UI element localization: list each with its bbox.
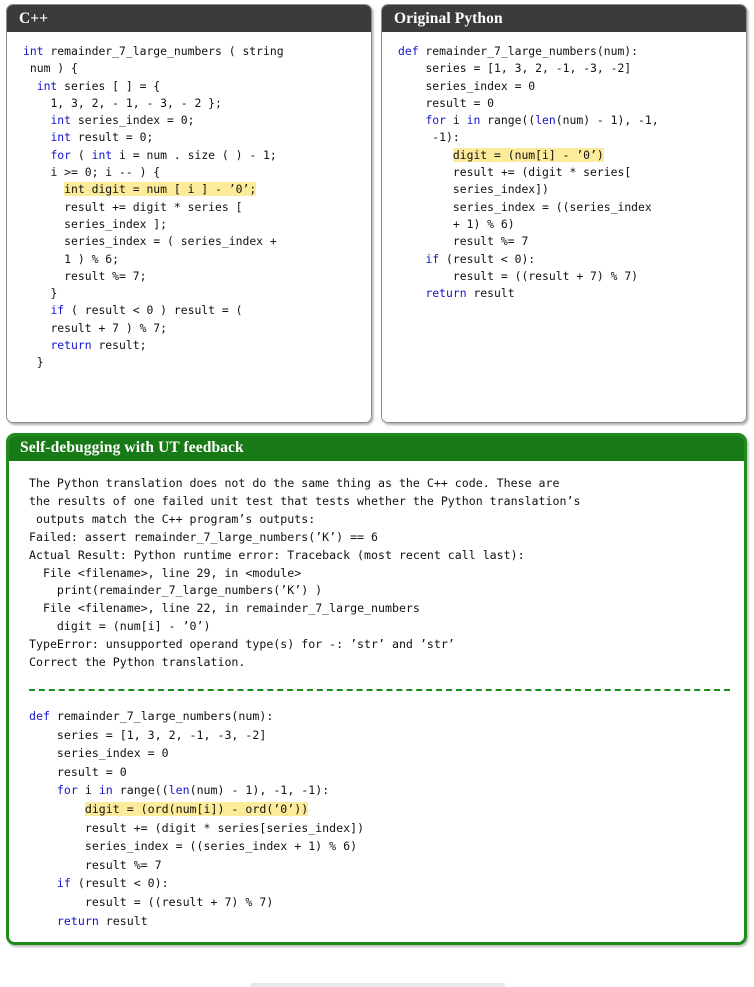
self-debugging-panel-title: Self-debugging with UT feedback bbox=[9, 436, 744, 461]
cpp-code-block: int remainder_7_large_numbers ( string n… bbox=[23, 44, 284, 370]
original-python-code-block: def remainder_7_large_numbers(num): seri… bbox=[398, 44, 659, 301]
original-python-panel-body: def remainder_7_large_numbers(num): seri… bbox=[382, 32, 746, 422]
figure-root: C++ int remainder_7_large_numbers ( stri… bbox=[0, 0, 754, 987]
corrected-python-code-block: def remainder_7_large_numbers(num): seri… bbox=[29, 708, 365, 928]
cpp-panel-body: int remainder_7_large_numbers ( string n… bbox=[7, 32, 371, 422]
self-debugging-panel: Self-debugging with UT feedback The Pyth… bbox=[6, 433, 747, 946]
page-bottom-shadow bbox=[250, 983, 505, 987]
top-panels-row: C++ int remainder_7_large_numbers ( stri… bbox=[6, 4, 748, 423]
original-python-panel: Original Python def remainder_7_large_nu… bbox=[381, 4, 747, 423]
unit-test-feedback-text: The Python translation does not do the s… bbox=[29, 476, 581, 670]
cpp-panel-title: C++ bbox=[7, 5, 371, 32]
self-debugging-panel-body: The Python translation does not do the s… bbox=[9, 461, 744, 943]
section-divider bbox=[29, 688, 730, 691]
cpp-panel: C++ int remainder_7_large_numbers ( stri… bbox=[6, 4, 372, 423]
original-python-panel-title: Original Python bbox=[382, 5, 746, 32]
